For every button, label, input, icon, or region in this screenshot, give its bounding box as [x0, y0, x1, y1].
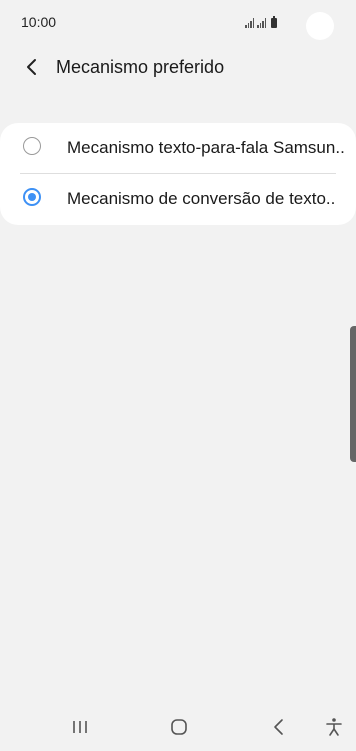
back-icon[interactable]	[267, 715, 291, 739]
radio-button-checked[interactable]	[23, 188, 41, 206]
signal-icon	[245, 18, 254, 28]
page-title: Mecanismo preferido	[56, 57, 225, 77]
option-label: Mecanismo de conversão de texto..	[67, 189, 336, 208]
status-time: 10:00	[21, 14, 57, 30]
status-icons	[245, 14, 277, 28]
recent-apps-icon[interactable]	[68, 715, 92, 739]
edge-panel-handle[interactable]	[350, 326, 356, 462]
option-samsung-tts[interactable]: Mecanismo texto-para-fala Samsun..	[0, 123, 356, 174]
home-icon[interactable]	[167, 715, 191, 739]
status-bar: 10:00	[0, 0, 356, 44]
radio-button-unchecked[interactable]	[23, 137, 41, 155]
option-text-conversion[interactable]: Mecanismo de conversão de texto..	[0, 174, 356, 224]
battery-icon	[271, 16, 277, 28]
option-label: Mecanismo texto-para-fala Samsun..	[67, 138, 345, 157]
navigation-bar	[0, 705, 356, 751]
chevron-left-icon[interactable]	[22, 57, 42, 77]
camera-cutout	[306, 12, 334, 40]
signal-icon	[257, 18, 266, 28]
options-card: Mecanismo texto-para-fala Samsun.. Mecan…	[0, 123, 356, 225]
app-header: Mecanismo preferido	[0, 50, 356, 86]
accessibility-icon[interactable]	[322, 715, 346, 739]
